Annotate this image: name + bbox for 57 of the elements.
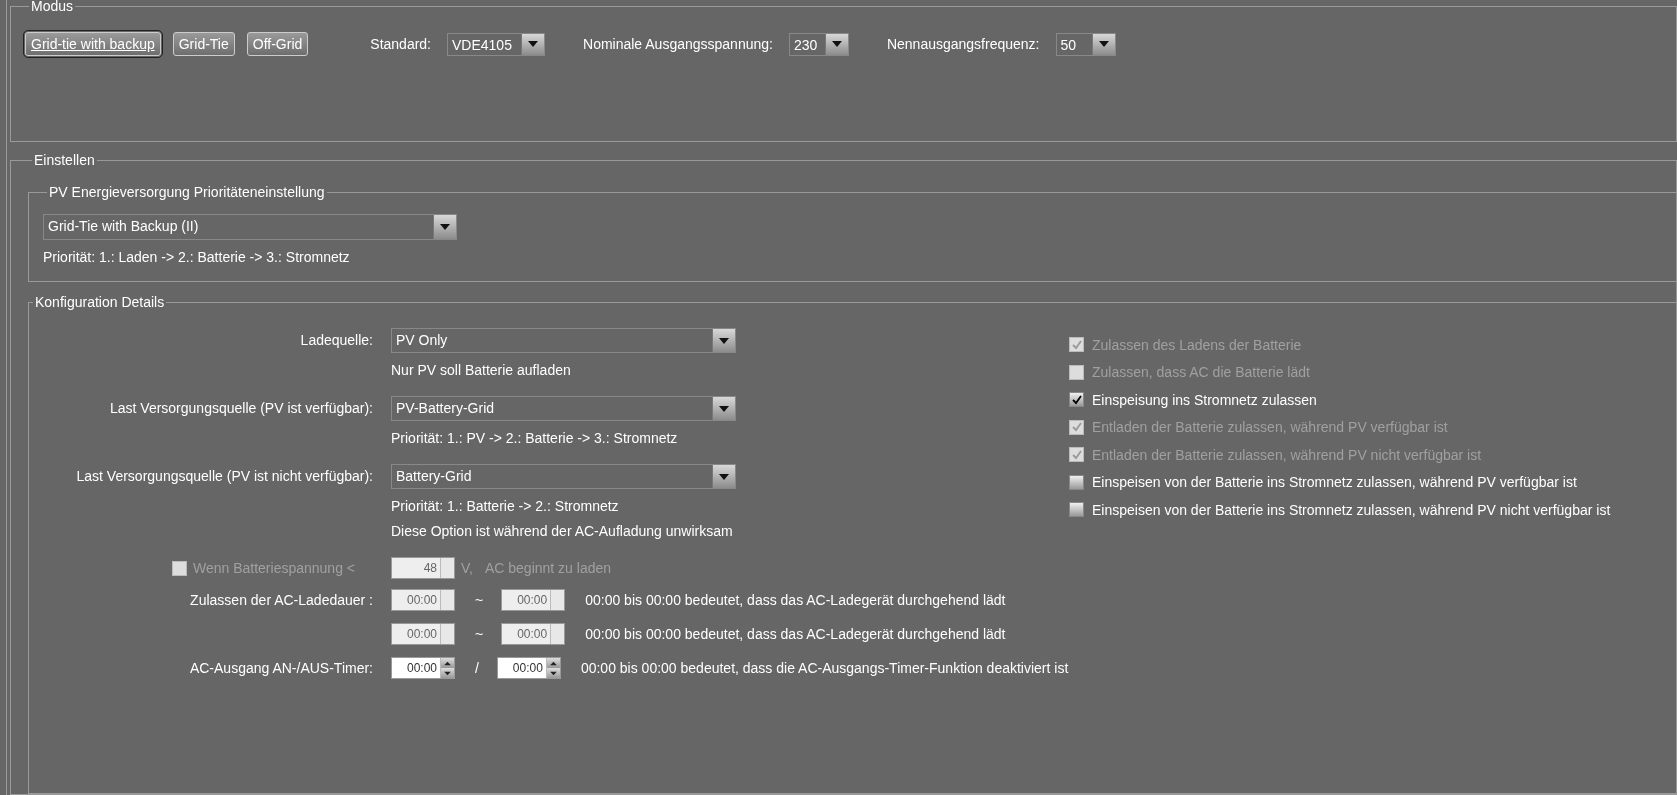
up-arrow-icon[interactable] bbox=[549, 660, 557, 666]
group-title: Einstellen bbox=[33, 152, 96, 168]
up-arrow-icon[interactable] bbox=[444, 660, 451, 666]
mode-button[interactable]: Off-Grid bbox=[246, 32, 309, 56]
dropdown[interactable]: PV Only bbox=[391, 328, 736, 353]
field-label: Standard: bbox=[370, 36, 431, 52]
spinner-field[interactable]: 00:00 bbox=[391, 657, 455, 679]
spinner-field: 00:00 bbox=[391, 623, 455, 645]
down-arrow-icon[interactable] bbox=[444, 670, 451, 676]
group-title: Modus bbox=[30, 0, 75, 14]
separator-text: / bbox=[475, 660, 479, 676]
checkbox-label: Zulassen des Ladens der Batterie bbox=[1092, 336, 1302, 353]
field-label: Nominale Ausgangsspannung: bbox=[583, 36, 773, 52]
dropdown[interactable]: 230 bbox=[788, 32, 849, 56]
hint-text: Diese Option ist während der AC-Aufladung unwirksam bbox=[391, 523, 733, 539]
unit-label: V, bbox=[461, 560, 473, 576]
spinner-field: 00:00 bbox=[501, 589, 566, 611]
field-label: Zulassen der AC-Ladedauer : bbox=[190, 592, 373, 608]
hint-text: Nur PV soll Batterie aufladen bbox=[391, 362, 571, 378]
group-title: PV Energieversorgung Prioritäteneinstellung bbox=[48, 184, 326, 200]
spinner-field: 48 bbox=[391, 557, 455, 579]
separator-text: ~ bbox=[475, 626, 484, 642]
checkbox-label: Entladen der Batterie zulassen, während PV verfügbar ist bbox=[1092, 419, 1448, 436]
checkbox-label: Einspeisen von der Batterie ins Stromnetz zulassen, während PV nicht verfügbar ist bbox=[1092, 501, 1611, 518]
mode-button[interactable]: Grid-tie with backup bbox=[25, 32, 161, 56]
field-label: Last Versorgungsquelle (PV ist nicht verfügbar): bbox=[76, 468, 373, 484]
hint-text: AC beginnt zu laden bbox=[484, 560, 612, 576]
checkbox[interactable] bbox=[1069, 474, 1084, 490]
field-label: AC-Ausgang AN-/AUS-Timer: bbox=[189, 660, 373, 676]
field-label: Ladequelle: bbox=[300, 332, 373, 348]
checkbox[interactable] bbox=[1069, 502, 1084, 518]
checkbox[interactable] bbox=[1069, 392, 1084, 408]
checkbox-label: Einspeisen von der Batterie ins Stromnetz zulassen, während PV verfügbar ist bbox=[1092, 474, 1577, 491]
hint-text: Priorität: 1.: Batterie -> 2.: Stromnetz bbox=[391, 498, 619, 514]
group-title: Konfiguration Details bbox=[34, 294, 166, 310]
hint-text: 00:00 bis 00:00 bedeutet, dass das AC-Ladegerät durchgehend lädt bbox=[585, 626, 1006, 642]
checkbox-label: Entladen der Batterie zulassen, während PV nicht verfügbar ist bbox=[1092, 446, 1482, 463]
dropdown[interactable]: PV-Battery-Grid bbox=[391, 396, 736, 421]
dropdown[interactable]: Battery-Grid bbox=[391, 464, 736, 489]
hint-text: 00:00 bis 00:00 bedeutet, dass das AC-Ladegerät durchgehend lädt bbox=[585, 592, 1006, 608]
field-label: Last Versorgungsquelle (PV ist verfügbar): bbox=[109, 400, 373, 416]
down-arrow-icon[interactable] bbox=[549, 670, 557, 676]
dropdown[interactable]: Grid-Tie with Backup (II) bbox=[43, 214, 457, 240]
checkbox-label: Einspeisung ins Stromnetz zulassen bbox=[1092, 391, 1317, 408]
hint-text: 00:00 bis 00:00 bedeutet, dass die AC-Ausgangs-Timer-Funktion deaktiviert ist bbox=[580, 660, 1069, 676]
dropdown[interactable]: VDE4105 bbox=[447, 32, 545, 56]
dropdown[interactable]: 50 bbox=[1055, 32, 1116, 56]
spinner-field[interactable]: 00:00 bbox=[496, 657, 561, 679]
priority-text: Priorität: 1.: Laden -> 2.: Batterie -> 3.: Stromnetz bbox=[43, 249, 351, 265]
hint-text: Priorität: 1.: PV -> 2.: Batterie -> 3.: Stromnetz bbox=[391, 430, 678, 446]
separator-text: ~ bbox=[475, 592, 484, 608]
checkbox-label: Zulassen, dass AC die Batterie lädt bbox=[1092, 364, 1310, 381]
checkbox-label: Wenn Batteriespannung < bbox=[192, 560, 355, 576]
spinner-field: 00:00 bbox=[391, 589, 455, 611]
field-label: Nennausgangsfrequenz: bbox=[886, 36, 1040, 52]
spinner-field: 00:00 bbox=[501, 623, 566, 645]
mode-button[interactable]: Grid-Tie bbox=[172, 32, 235, 56]
